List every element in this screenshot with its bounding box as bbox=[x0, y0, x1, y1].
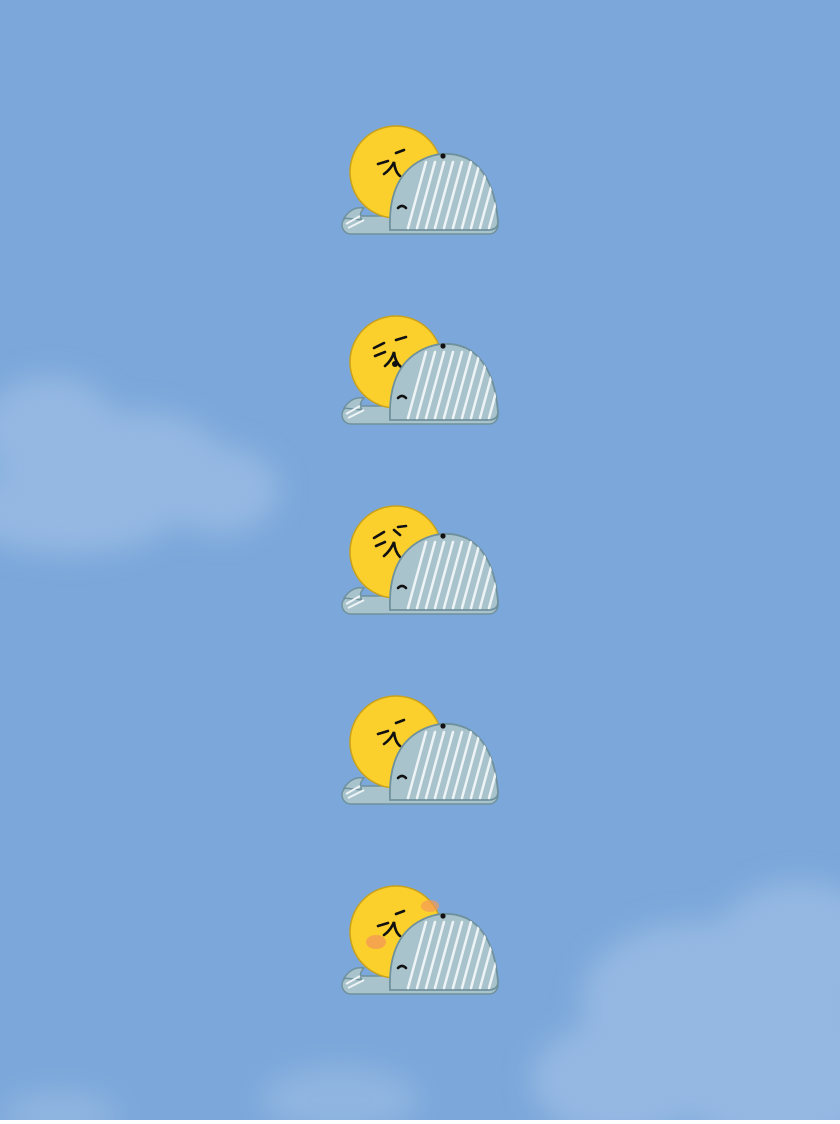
sleeping-sun-svg bbox=[341, 125, 499, 235]
hand-dot bbox=[440, 533, 446, 539]
hand-dot bbox=[440, 723, 446, 729]
sleeping-sun-svg bbox=[341, 695, 499, 805]
hand-dot bbox=[440, 153, 446, 159]
sleeping-sun-1 bbox=[338, 120, 502, 240]
sleeping-sun-2 bbox=[338, 310, 502, 430]
sleeping-sun-3 bbox=[338, 500, 502, 620]
hand-dot bbox=[440, 913, 446, 919]
hand-dot bbox=[440, 343, 446, 349]
sleeping-sun-4 bbox=[338, 690, 502, 810]
sleeping-sun-5 bbox=[338, 880, 502, 1000]
sleeping-sun-svg bbox=[341, 315, 499, 425]
sleeping-sun-svg bbox=[341, 505, 499, 615]
sleeping-sun-svg bbox=[341, 885, 499, 995]
